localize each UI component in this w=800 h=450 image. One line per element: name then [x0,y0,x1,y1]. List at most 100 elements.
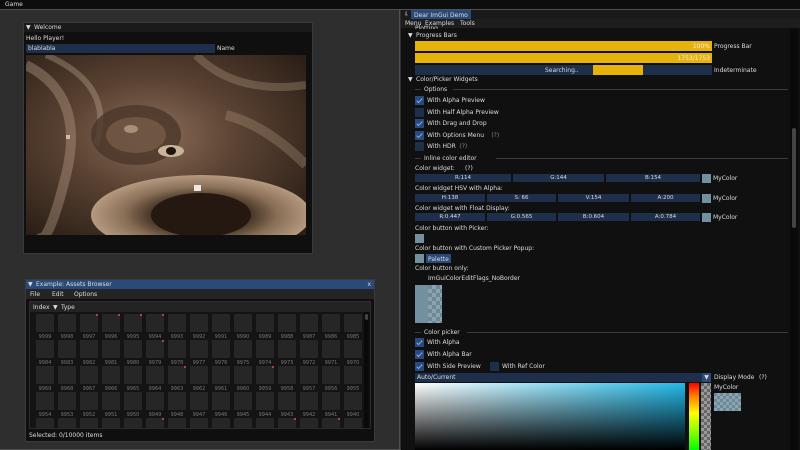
combo-arrow-icon[interactable]: ▼ [702,373,711,382]
color-widget-a[interactable]: A:200 [631,194,700,202]
asset-item[interactable]: 9983 [58,340,76,366]
color-widget-float-b[interactable]: B:0.604 [558,213,629,221]
asset-item[interactable]: 9934 [146,418,164,428]
asset-item[interactable]: 9939 [36,418,54,428]
asset-item[interactable]: 9981 [102,340,120,366]
asset-item[interactable]: 9929 [256,418,274,428]
asset-item[interactable]: 9967 [80,366,98,392]
asset-item[interactable]: 9943 [278,392,296,418]
tab-menu-icon[interactable]: ⇩ [404,11,409,18]
asset-item[interactable]: 9993 [168,314,186,340]
asset-item[interactable]: 9973 [278,340,296,366]
asset-item[interactable]: 9962 [190,366,208,392]
demo-tab[interactable]: Dear ImGui Demo [411,10,471,19]
asset-item[interactable]: 9951 [102,392,120,418]
demo-scroll-thumb[interactable] [792,128,796,228]
asset-item[interactable]: 9961 [212,366,230,392]
assets-grid[interactable]: 9999 9998 9997 9996 9995 9994 9993 9992 9991 9990… [30,314,366,428]
asset-item[interactable]: 9979 [146,340,164,366]
asset-item[interactable]: 9956 [322,366,340,392]
menu-tools[interactable]: Tools [460,20,475,27]
asset-item[interactable]: 9966 [102,366,120,392]
sort-arrow-icon[interactable]: ▼ [53,304,58,311]
asset-item[interactable]: 9991 [212,314,230,340]
color-widget-swatch[interactable] [702,174,711,183]
asset-item[interactable]: 9972 [300,340,318,366]
asset-item[interactable]: 9992 [190,314,208,340]
asset-item[interactable]: 9970 [344,340,362,366]
color-widget-b[interactable]: B:154 [606,174,700,182]
color-picker-sv-square[interactable] [415,383,685,450]
asset-item[interactable]: 9969 [36,366,54,392]
asset-item[interactable]: 9990 [234,314,252,340]
asset-item[interactable]: 9968 [58,366,76,392]
color-widget-help[interactable]: (?) [465,165,473,172]
asset-item[interactable]: 9941 [322,392,340,418]
demo-scrollbar[interactable] [790,28,798,450]
asset-item[interactable]: 9942 [300,392,318,418]
asset-item[interactable]: 9950 [124,392,142,418]
asset-item[interactable]: 9976 [212,340,230,366]
asset-item[interactable]: 9933 [168,418,186,428]
progress-header[interactable]: Progress Bars [416,32,457,39]
display-mode-combo[interactable]: Auto/Current ▼ [415,373,711,382]
asset-item[interactable]: 9931 [212,418,230,428]
asset-item[interactable]: 9988 [278,314,296,340]
split-divider[interactable] [399,9,400,450]
asset-item[interactable]: 9999 [36,314,54,340]
option-checkbox[interactable] [415,119,424,128]
palette-button[interactable]: Palette [426,254,451,263]
color-button-popup[interactable] [415,254,424,263]
column-type[interactable]: Type [61,304,75,311]
color-widget-float-a[interactable]: A:0.784 [631,213,700,221]
asset-item[interactable]: 9986 [322,314,340,340]
assets-scrollbar[interactable] [364,312,369,428]
asset-item[interactable]: 9978 [168,340,186,366]
picker-option-checkbox[interactable] [415,362,424,371]
asset-item[interactable]: 9964 [146,366,164,392]
asset-item[interactable]: 9940 [344,392,362,418]
name-input[interactable]: blablabla [26,44,215,53]
picker-option-checkbox[interactable] [415,350,424,359]
asset-item[interactable]: 9932 [190,418,208,428]
color-widget-hsv-swatch[interactable] [702,194,711,203]
collapse-arrow-icon[interactable]: ▼ [28,281,33,288]
asset-item[interactable]: 9937 [80,418,98,428]
asset-item[interactable]: 9982 [80,340,98,366]
menu-file[interactable]: File [30,291,40,298]
color-widget-float-g[interactable]: G:0.565 [487,213,556,221]
color-widget-s[interactable]: S: 66 [487,194,556,202]
menu-options[interactable]: Options [74,291,97,298]
asset-item[interactable]: 9947 [190,392,208,418]
color-widget-r[interactable]: R:114 [415,174,511,182]
asset-item[interactable]: 9955 [344,366,362,392]
color-header-arrow-icon[interactable]: ▼ [408,76,413,83]
asset-item[interactable]: 9945 [234,392,252,418]
collapse-arrow-icon[interactable]: ▼ [26,24,31,31]
plotting-header[interactable]: Plotting [415,25,438,29]
demo-window[interactable]: ⇩ Dear ImGui Demo Menu Examples Tools Pl… [401,10,800,450]
asset-item[interactable]: 9985 [344,314,362,340]
color-button-picker[interactable] [415,234,424,243]
color-header[interactable]: Color/Picker Widgets [416,76,478,83]
asset-item[interactable]: 9987 [300,314,318,340]
progress-header-arrow-icon[interactable]: ▼ [408,32,413,39]
color-widget-float-swatch[interactable] [702,213,711,222]
asset-item[interactable]: 9995 [124,314,142,340]
asset-item[interactable]: 9959 [256,366,274,392]
asset-item[interactable]: 9958 [278,366,296,392]
asset-item[interactable]: 9928 [278,418,296,428]
asset-item[interactable]: 9996 [102,314,120,340]
asset-item[interactable]: 9935 [124,418,142,428]
display-mode-help[interactable]: (?) [759,374,767,381]
assets-panel[interactable]: Index ▼ Type 9999 9998 9997 9996 9995 9994 999… [29,301,371,429]
welcome-titlebar[interactable]: ▼ Welcome [24,23,312,32]
asset-item[interactable]: 9974 [256,340,274,366]
asset-item[interactable]: 9948 [168,392,186,418]
asset-item[interactable]: 9953 [58,392,76,418]
assets-scroll-thumb[interactable] [365,314,368,320]
color-picker-hue-bar[interactable] [689,383,699,450]
option-checkbox[interactable] [415,142,424,151]
asset-item[interactable]: 9965 [124,366,142,392]
asset-item[interactable]: 9998 [58,314,76,340]
